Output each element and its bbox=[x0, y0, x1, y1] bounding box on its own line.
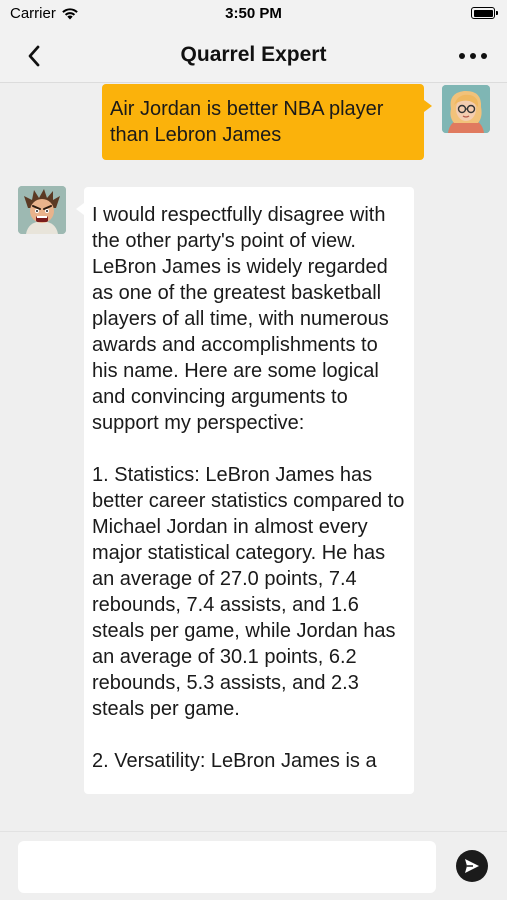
ellipsis-icon bbox=[459, 53, 465, 59]
message-list[interactable]: Air Jordan is better NBA player than Leb… bbox=[0, 83, 507, 831]
angry-character-avatar-icon bbox=[18, 186, 66, 234]
message-input[interactable] bbox=[18, 841, 436, 893]
message-composer bbox=[0, 831, 507, 900]
more-options-button[interactable] bbox=[453, 40, 493, 72]
navigation-bar: Quarrel Expert bbox=[0, 30, 507, 83]
woman-avatar-icon bbox=[442, 85, 490, 133]
page-title: Quarrel Expert bbox=[180, 43, 327, 66]
send-icon bbox=[465, 859, 479, 873]
user-message-bubble: Air Jordan is better NBA player than Leb… bbox=[102, 84, 432, 160]
bot-avatar[interactable] bbox=[18, 186, 66, 234]
chat-screen: Carrier 3:50 PM Quarrel Expert Air Jorda… bbox=[0, 0, 507, 900]
battery-icon bbox=[471, 7, 498, 19]
bot-message-bubble: I would respectfully disagree with the o… bbox=[76, 187, 414, 794]
send-button[interactable] bbox=[456, 850, 488, 882]
user-avatar[interactable] bbox=[442, 85, 490, 133]
status-time: 3:50 PM bbox=[225, 5, 282, 22]
status-bar: Carrier 3:50 PM bbox=[0, 0, 507, 30]
